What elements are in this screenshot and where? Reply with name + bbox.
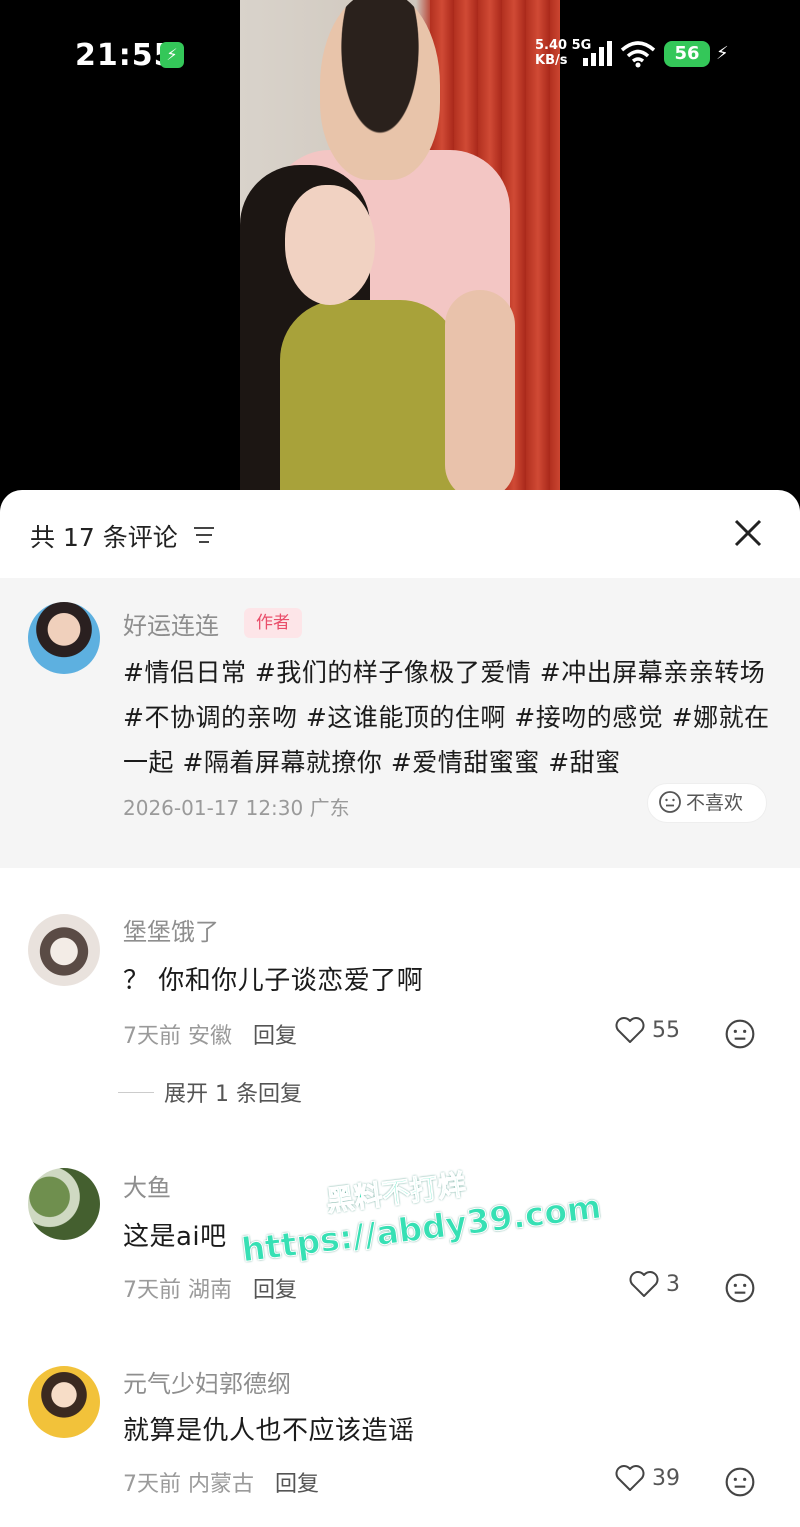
reply-button[interactable]: 回复 <box>253 1024 297 1049</box>
charging-icon: ⚡ <box>160 42 184 68</box>
neutral-face-icon <box>659 791 681 813</box>
avatar[interactable] <box>28 914 100 986</box>
comment-meta: 7天前 安徽 回复 <box>123 1018 297 1050</box>
comment-time: 7天前 <box>123 1278 181 1303</box>
comment-text[interactable]: 这是ai吧 <box>123 1216 227 1253</box>
video-figure-arm <box>445 290 515 500</box>
panel-header: 共 17 条评论 <box>0 490 800 578</box>
comment-panel: 共 17 条评论 好运连连 作者 #情侣日常 #我们的样子像极了爱情 #冲出屏幕… <box>0 490 800 1527</box>
comment-author[interactable]: 大鱼 <box>123 1168 171 1203</box>
comment-item: 元气少妇郭德纲 就算是仇人也不应该造谣 7天前 内蒙古 回复 39 <box>0 1326 800 1526</box>
comment-location: 内蒙古 <box>188 1472 255 1497</box>
comment-author[interactable]: 堡堡饿了 <box>123 912 219 947</box>
comment-text[interactable]: 就算是仇人也不应该造谣 <box>123 1410 415 1447</box>
divider <box>118 1091 154 1093</box>
like-count: 39 <box>652 1465 680 1491</box>
author-post: 好运连连 作者 #情侣日常 #我们的样子像极了爱情 #冲出屏幕亲亲转场 #不协调… <box>0 578 800 868</box>
status-bar: 21:55 ⚡ 5.40 5G KB/s 56 ⚡ <box>0 30 800 80</box>
dislike-face-icon[interactable] <box>724 1272 756 1304</box>
comment-time: 7天前 <box>123 1024 181 1049</box>
battery-icon: 56 <box>664 41 710 67</box>
reply-button[interactable]: 回复 <box>253 1278 297 1303</box>
comment-time: 7天前 <box>123 1472 181 1497</box>
comment-meta: 7天前 内蒙古 回复 <box>123 1466 319 1498</box>
like-count: 3 <box>666 1271 680 1297</box>
avatar[interactable] <box>28 1168 100 1240</box>
author-post-meta: 2026-01-17 12:30 广东 <box>123 796 350 820</box>
video-figure-head <box>320 0 440 180</box>
wifi-icon <box>620 41 656 68</box>
heart-icon <box>629 1271 659 1297</box>
dislike-face-icon[interactable] <box>724 1466 756 1498</box>
comment-meta: 7天前 湖南 回复 <box>123 1272 297 1304</box>
reply-button[interactable]: 回复 <box>275 1472 319 1497</box>
dislike-button[interactable]: 不喜欢 <box>647 783 767 823</box>
comment-item: 堡堡饿了 ？ 你和你儿子谈恋爱了啊 7天前 安徽 回复 55 展开 1 条回复 <box>0 868 800 1128</box>
video-figure-body <box>280 300 460 500</box>
comment-location: 湖南 <box>188 1278 233 1303</box>
expand-replies-label: 展开 1 条回复 <box>164 1082 302 1107</box>
author-post-text[interactable]: #情侣日常 #我们的样子像极了爱情 #冲出屏幕亲亲转场 #不协调的亲吻 #这谁能… <box>123 650 773 785</box>
like-button[interactable]: 55 <box>614 1016 680 1044</box>
comment-item: 大鱼 这是ai吧 7天前 湖南 回复 3 <box>0 1128 800 1326</box>
dislike-label: 不喜欢 <box>686 792 744 814</box>
heart-icon <box>615 1017 645 1043</box>
like-count: 55 <box>652 1017 680 1043</box>
comment-author[interactable]: 元气少妇郭德纲 <box>123 1364 291 1399</box>
video-player[interactable]: 21:55 ⚡ 5.40 5G KB/s 56 ⚡ <box>0 0 800 500</box>
like-button[interactable]: 39 <box>614 1464 680 1492</box>
net-speed-value: 5.40 <box>535 38 568 53</box>
heart-icon <box>615 1465 645 1491</box>
author-badge: 作者 <box>244 608 302 638</box>
avatar[interactable] <box>28 1366 100 1438</box>
sort-icon[interactable] <box>192 525 216 545</box>
signal-icon <box>583 41 612 66</box>
comment-count-title: 共 17 条评论 <box>30 523 178 552</box>
author-name[interactable]: 好运连连 <box>123 606 219 641</box>
comment-text[interactable]: ？ 你和你儿子谈恋爱了啊 <box>123 960 423 997</box>
avatar[interactable] <box>28 602 100 674</box>
video-figure-face <box>285 185 375 305</box>
bolt-icon: ⚡ <box>716 43 729 64</box>
comment-location: 安徽 <box>188 1024 233 1049</box>
expand-replies-button[interactable]: 展开 1 条回复 <box>118 1076 302 1108</box>
like-button[interactable]: 3 <box>628 1270 680 1298</box>
dislike-face-icon[interactable] <box>724 1018 756 1050</box>
close-icon[interactable] <box>732 517 764 549</box>
